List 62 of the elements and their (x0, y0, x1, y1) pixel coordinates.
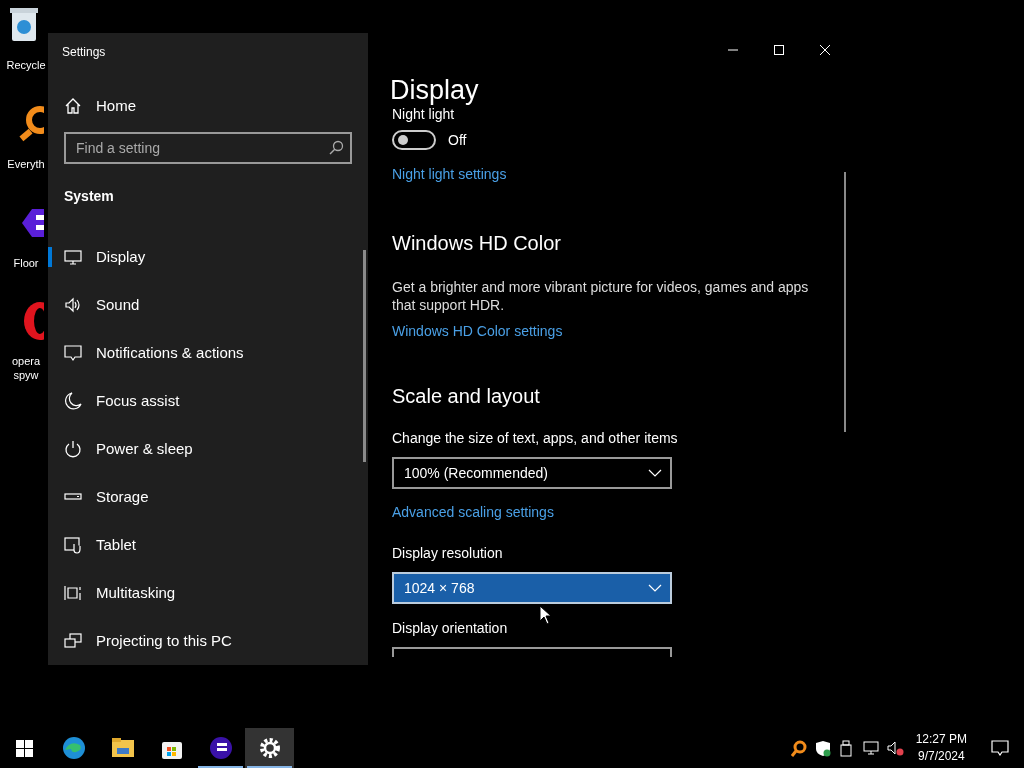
resolution-dropdown[interactable]: 1024 × 768 (392, 572, 672, 604)
search-icon (328, 139, 344, 156)
section-heading: Windows HD Color (392, 231, 562, 256)
speaker-icon (64, 296, 82, 314)
monitor-icon (64, 248, 82, 266)
power-icon (64, 440, 82, 458)
sidebar-item[interactable]: Focus assist (48, 377, 368, 425)
setting-label: Change the size of text, apps, and other items (392, 429, 679, 448)
scale-dropdown[interactable]: 100% (Recommended) (392, 457, 672, 489)
setting-label: Night light (392, 106, 456, 122)
sidebar-item[interactable]: Display (48, 233, 368, 281)
network-icon[interactable] (863, 739, 881, 757)
icon-label: opera spyw (10, 355, 42, 383)
clock[interactable]: 12:27 PM 9/7/2024 (907, 731, 975, 765)
windows-logo-icon (16, 739, 33, 757)
toggle-switch[interactable] (392, 130, 436, 150)
sidebar-item[interactable]: Projecting to this PC (48, 617, 368, 665)
close-icon (819, 43, 831, 56)
multitasking-icon (64, 584, 82, 602)
taskbar-app-button[interactable] (245, 728, 294, 768)
home-icon (64, 96, 82, 115)
sidebar-item[interactable]: Power & sleep (48, 425, 368, 473)
sidebar-item[interactable]: Notifications & actions (48, 329, 368, 377)
browser-icon (61, 736, 86, 760)
search-field[interactable]: Find a setting (64, 131, 352, 164)
scrollbar[interactable] (363, 250, 366, 462)
orientation-dropdown[interactable] (392, 647, 672, 657)
chevron-down-icon (648, 469, 662, 477)
tablet-icon (64, 536, 82, 554)
sidebar-item[interactable]: Storage (48, 473, 368, 521)
toggle-state: Off (448, 130, 467, 150)
hd-color-link[interactable]: Windows HD Color settings (392, 321, 563, 342)
page-title: Display (389, 74, 480, 107)
speech-bubble-icon (990, 740, 1009, 756)
mouse-cursor-icon (539, 605, 553, 625)
moon-icon (64, 392, 82, 410)
setting-label: Display orientation (392, 619, 509, 638)
chevron-down-icon (648, 584, 662, 592)
advanced-scaling-link[interactable]: Advanced scaling settings (392, 502, 554, 523)
icon-label: Recycle (5, 59, 47, 73)
muted-speaker-icon[interactable] (887, 739, 905, 757)
scrollbar[interactable] (844, 172, 846, 432)
sidebar-item[interactable]: Sound (48, 281, 368, 329)
shield-icon[interactable] (815, 739, 833, 757)
folder-icon (110, 736, 135, 760)
icon-label: Floor (12, 257, 40, 271)
speech-bubble-icon (64, 344, 82, 362)
setting-label: Display resolution (392, 544, 504, 563)
section-heading: System (63, 186, 115, 206)
window-title: Settings (61, 44, 107, 61)
magnifier-icon[interactable] (791, 739, 809, 757)
sidebar-item[interactable]: Multitasking (48, 569, 368, 617)
description: Get a brighter and more vibrant picture for videos, games and apps that support HDR. (392, 278, 810, 314)
maximize-icon (773, 43, 785, 56)
sidebar-item[interactable]: Tablet (48, 521, 368, 569)
screens-icon (64, 632, 82, 650)
icon-label: Everyth (6, 158, 46, 172)
app-icon (208, 736, 233, 760)
gear-icon (257, 736, 282, 760)
section-heading: Scale and layout (392, 384, 541, 409)
night-light-link[interactable]: Night light settings (392, 164, 507, 185)
home-link[interactable]: Home (48, 86, 368, 126)
